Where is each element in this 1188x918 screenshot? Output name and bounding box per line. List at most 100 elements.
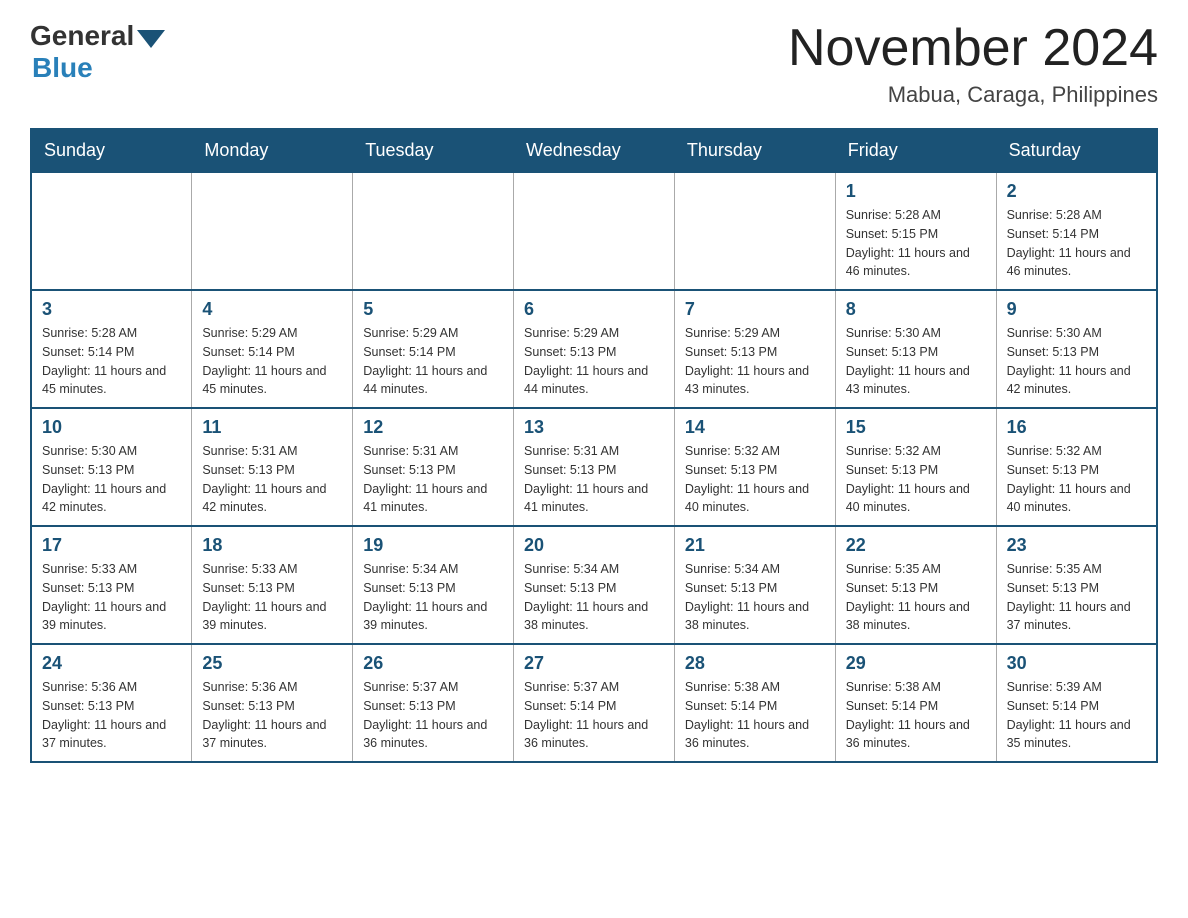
day-number: 24 [42,653,181,674]
day-info: Sunrise: 5:32 AMSunset: 5:13 PMDaylight:… [1007,442,1146,517]
day-info: Sunrise: 5:34 AMSunset: 5:13 PMDaylight:… [363,560,503,635]
table-row: 23Sunrise: 5:35 AMSunset: 5:13 PMDayligh… [996,526,1157,644]
day-number: 5 [363,299,503,320]
day-info: Sunrise: 5:31 AMSunset: 5:13 PMDaylight:… [363,442,503,517]
day-info: Sunrise: 5:34 AMSunset: 5:13 PMDaylight:… [524,560,664,635]
header-wednesday: Wednesday [514,129,675,172]
day-info: Sunrise: 5:39 AMSunset: 5:14 PMDaylight:… [1007,678,1146,753]
calendar-week-row: 17 Sunrise: 5:33 AMSunset: 5:13 PMDayligh… [31,526,1157,644]
month-title: November 2024 [788,20,1158,77]
day-info: Sunrise: 5:28 AMSunset: 5:14 PMDaylight:… [1007,206,1146,281]
table-row: 21Sunrise: 5:34 AMSunset: 5:13 PMDayligh… [674,526,835,644]
table-row: 1 Sunrise: 5:28 AMSunset: 5:15 PMDaylight… [835,172,996,290]
table-row: 22 Sunrise: 5:35 AMSunset: 5:13 PMDayligh… [835,526,996,644]
calendar-week-row: 24 Sunrise: 5:36 AMSunset: 5:13 PMDayligh… [31,644,1157,762]
day-info: Sunrise: 5:31 AMSunset: 5:13 PMDaylight:… [202,442,342,517]
table-row: 9Sunrise: 5:30 AMSunset: 5:13 PMDaylight… [996,290,1157,408]
day-number: 6 [524,299,664,320]
location-title: Mabua, Caraga, Philippines [788,82,1158,108]
header-sunday: Sunday [31,129,192,172]
day-number: 28 [685,653,825,674]
header-monday: Monday [192,129,353,172]
day-number: 10 [42,417,181,438]
day-info: Sunrise: 5:30 AMSunset: 5:13 PMDaylight:… [42,442,181,517]
table-row: 2 Sunrise: 5:28 AMSunset: 5:14 PMDaylight… [996,172,1157,290]
table-row: 13Sunrise: 5:31 AMSunset: 5:13 PMDayligh… [514,408,675,526]
calendar-table: Sunday Monday Tuesday Wednesday Thursday… [30,128,1158,763]
calendar-week-row: 1 Sunrise: 5:28 AMSunset: 5:15 PMDaylight… [31,172,1157,290]
day-number: 7 [685,299,825,320]
page-header: General Blue November 2024 Mabua, Caraga… [30,20,1158,108]
table-row: 18 Sunrise: 5:33 AMSunset: 5:13 PMDayligh… [192,526,353,644]
table-row: 11 Sunrise: 5:31 AMSunset: 5:13 PMDayligh… [192,408,353,526]
day-number: 19 [363,535,503,556]
day-number: 17 [42,535,181,556]
day-number: 1 [846,181,986,202]
table-row: 29 Sunrise: 5:38 AMSunset: 5:14 PMDayligh… [835,644,996,762]
table-row: 19 Sunrise: 5:34 AMSunset: 5:13 PMDayligh… [353,526,514,644]
table-row: 26 Sunrise: 5:37 AMSunset: 5:13 PMDayligh… [353,644,514,762]
title-section: November 2024 Mabua, Caraga, Philippines [788,20,1158,108]
day-number: 8 [846,299,986,320]
table-row: 25Sunrise: 5:36 AMSunset: 5:13 PMDayligh… [192,644,353,762]
logo: General Blue [30,20,165,84]
day-info: Sunrise: 5:30 AMSunset: 5:13 PMDaylight:… [846,324,986,399]
day-number: 3 [42,299,181,320]
day-info: Sunrise: 5:38 AMSunset: 5:14 PMDaylight:… [846,678,986,753]
day-info: Sunrise: 5:35 AMSunset: 5:13 PMDaylight:… [1007,560,1146,635]
day-info: Sunrise: 5:32 AMSunset: 5:13 PMDaylight:… [685,442,825,517]
table-row [674,172,835,290]
day-info: Sunrise: 5:36 AMSunset: 5:13 PMDaylight:… [42,678,181,753]
day-number: 2 [1007,181,1146,202]
table-row [31,172,192,290]
day-number: 14 [685,417,825,438]
day-info: Sunrise: 5:29 AMSunset: 5:13 PMDaylight:… [524,324,664,399]
table-row: 12 Sunrise: 5:31 AMSunset: 5:13 PMDayligh… [353,408,514,526]
day-info: Sunrise: 5:32 AMSunset: 5:13 PMDaylight:… [846,442,986,517]
day-number: 12 [363,417,503,438]
day-number: 22 [846,535,986,556]
table-row: 20 Sunrise: 5:34 AMSunset: 5:13 PMDayligh… [514,526,675,644]
table-row: 27Sunrise: 5:37 AMSunset: 5:14 PMDayligh… [514,644,675,762]
day-number: 11 [202,417,342,438]
day-info: Sunrise: 5:31 AMSunset: 5:13 PMDaylight:… [524,442,664,517]
day-info: Sunrise: 5:29 AMSunset: 5:13 PMDaylight:… [685,324,825,399]
table-row: 24 Sunrise: 5:36 AMSunset: 5:13 PMDayligh… [31,644,192,762]
table-row [192,172,353,290]
day-number: 20 [524,535,664,556]
calendar-week-row: 10 Sunrise: 5:30 AMSunset: 5:13 PMDayligh… [31,408,1157,526]
day-number: 30 [1007,653,1146,674]
table-row: 6 Sunrise: 5:29 AMSunset: 5:13 PMDaylight… [514,290,675,408]
day-info: Sunrise: 5:37 AMSunset: 5:13 PMDaylight:… [363,678,503,753]
table-row: 30 Sunrise: 5:39 AMSunset: 5:14 PMDayligh… [996,644,1157,762]
day-number: 29 [846,653,986,674]
table-row: 10 Sunrise: 5:30 AMSunset: 5:13 PMDayligh… [31,408,192,526]
day-info: Sunrise: 5:28 AMSunset: 5:14 PMDaylight:… [42,324,181,399]
logo-blue-text: Blue [32,52,165,84]
day-number: 26 [363,653,503,674]
day-number: 16 [1007,417,1146,438]
day-info: Sunrise: 5:38 AMSunset: 5:14 PMDaylight:… [685,678,825,753]
table-row: 28 Sunrise: 5:38 AMSunset: 5:14 PMDayligh… [674,644,835,762]
day-number: 27 [524,653,664,674]
day-info: Sunrise: 5:29 AMSunset: 5:14 PMDaylight:… [363,324,503,399]
day-number: 18 [202,535,342,556]
day-number: 15 [846,417,986,438]
table-row: 8 Sunrise: 5:30 AMSunset: 5:13 PMDaylight… [835,290,996,408]
day-info: Sunrise: 5:28 AMSunset: 5:15 PMDaylight:… [846,206,986,281]
day-info: Sunrise: 5:35 AMSunset: 5:13 PMDaylight:… [846,560,986,635]
day-number: 21 [685,535,825,556]
day-info: Sunrise: 5:36 AMSunset: 5:13 PMDaylight:… [202,678,342,753]
table-row: 3 Sunrise: 5:28 AMSunset: 5:14 PMDaylight… [31,290,192,408]
day-number: 4 [202,299,342,320]
day-info: Sunrise: 5:33 AMSunset: 5:13 PMDaylight:… [42,560,181,635]
header-saturday: Saturday [996,129,1157,172]
calendar-header-row: Sunday Monday Tuesday Wednesday Thursday… [31,129,1157,172]
header-friday: Friday [835,129,996,172]
table-row: 15 Sunrise: 5:32 AMSunset: 5:13 PMDayligh… [835,408,996,526]
header-tuesday: Tuesday [353,129,514,172]
table-row: 17 Sunrise: 5:33 AMSunset: 5:13 PMDayligh… [31,526,192,644]
header-thursday: Thursday [674,129,835,172]
day-info: Sunrise: 5:33 AMSunset: 5:13 PMDaylight:… [202,560,342,635]
day-info: Sunrise: 5:30 AMSunset: 5:13 PMDaylight:… [1007,324,1146,399]
